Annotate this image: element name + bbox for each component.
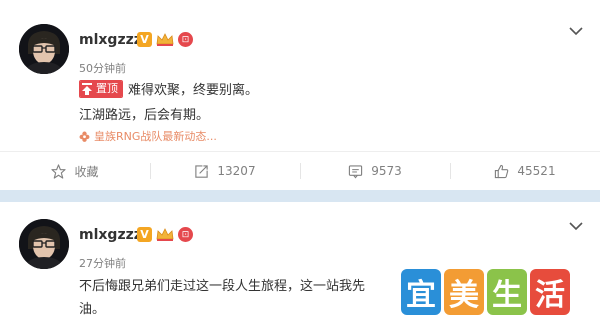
comment-icon [349, 164, 363, 178]
post-text-line-1: 置顶 难得欢聚，终要别离。 [79, 79, 258, 98]
post-time[interactable]: 50分钟前 [79, 60, 126, 76]
watermark-char: 生 [487, 269, 527, 315]
verified-icon[interactable]: V [137, 227, 152, 242]
thumbs-up-icon [495, 164, 509, 178]
topic-link[interactable]: 皇族RNG战队最新动态... [79, 128, 217, 144]
pinned-label: 置顶 [94, 80, 122, 97]
username[interactable]: mlxgzzz [79, 227, 142, 243]
action-bar: 收藏 13207 9573 45521 [0, 152, 600, 190]
avatar[interactable] [19, 24, 69, 74]
weibo-post-1: mlxgzzz V ⊡ 50分钟前 置顶 难得欢聚，终要别离。 江湖路远，后会有… [0, 0, 600, 190]
comment-button[interactable]: 9573 [300, 152, 450, 190]
watermark-logo: 宜 美 生 活 [395, 265, 576, 319]
avatar-photo-icon [19, 24, 69, 74]
crown-icon[interactable] [155, 32, 175, 47]
chevron-down-icon[interactable] [569, 27, 583, 36]
username[interactable]: mlxgzzz [79, 32, 142, 48]
post-text: 难得欢聚，终要别离。 [128, 83, 259, 98]
avatar-photo-icon [19, 219, 69, 269]
like-count: 45521 [517, 164, 556, 178]
favorite-label: 收藏 [74, 164, 99, 179]
crown-icon[interactable] [155, 227, 175, 242]
avatar[interactable] [19, 219, 69, 269]
post-text-line-2: 江湖路远，后会有期。 [79, 108, 210, 123]
level-icon[interactable]: ⊡ [178, 32, 193, 47]
watermark-char: 宜 [401, 269, 441, 315]
repost-button[interactable]: 13207 [150, 152, 300, 190]
comment-count: 9573 [371, 164, 402, 178]
star-icon [51, 163, 67, 179]
favorite-button[interactable]: 收藏 [0, 152, 150, 190]
watermark-char: 活 [530, 269, 570, 315]
repost-icon [195, 164, 209, 178]
topic-label[interactable]: 皇族RNG战队最新动态... [94, 128, 217, 144]
user-badges: V ⊡ [137, 32, 193, 47]
verified-icon[interactable]: V [137, 32, 152, 47]
repost-count: 13207 [217, 164, 256, 178]
post-time[interactable]: 27分钟前 [79, 255, 126, 271]
post-text-line-1: 不后悔跟兄弟们走过这一段人生旅程，这一站我先 [79, 279, 366, 294]
watermark-char: 美 [444, 269, 484, 315]
level-icon[interactable]: ⊡ [178, 227, 193, 242]
pinned-tag: 置顶 [79, 79, 123, 98]
like-button[interactable]: 45521 [450, 152, 600, 190]
chevron-down-icon[interactable] [569, 222, 583, 231]
flower-icon [79, 131, 90, 142]
pin-icon [80, 80, 94, 97]
post-text-line-2: 油。 [79, 302, 106, 317]
user-badges: V ⊡ [137, 227, 193, 242]
